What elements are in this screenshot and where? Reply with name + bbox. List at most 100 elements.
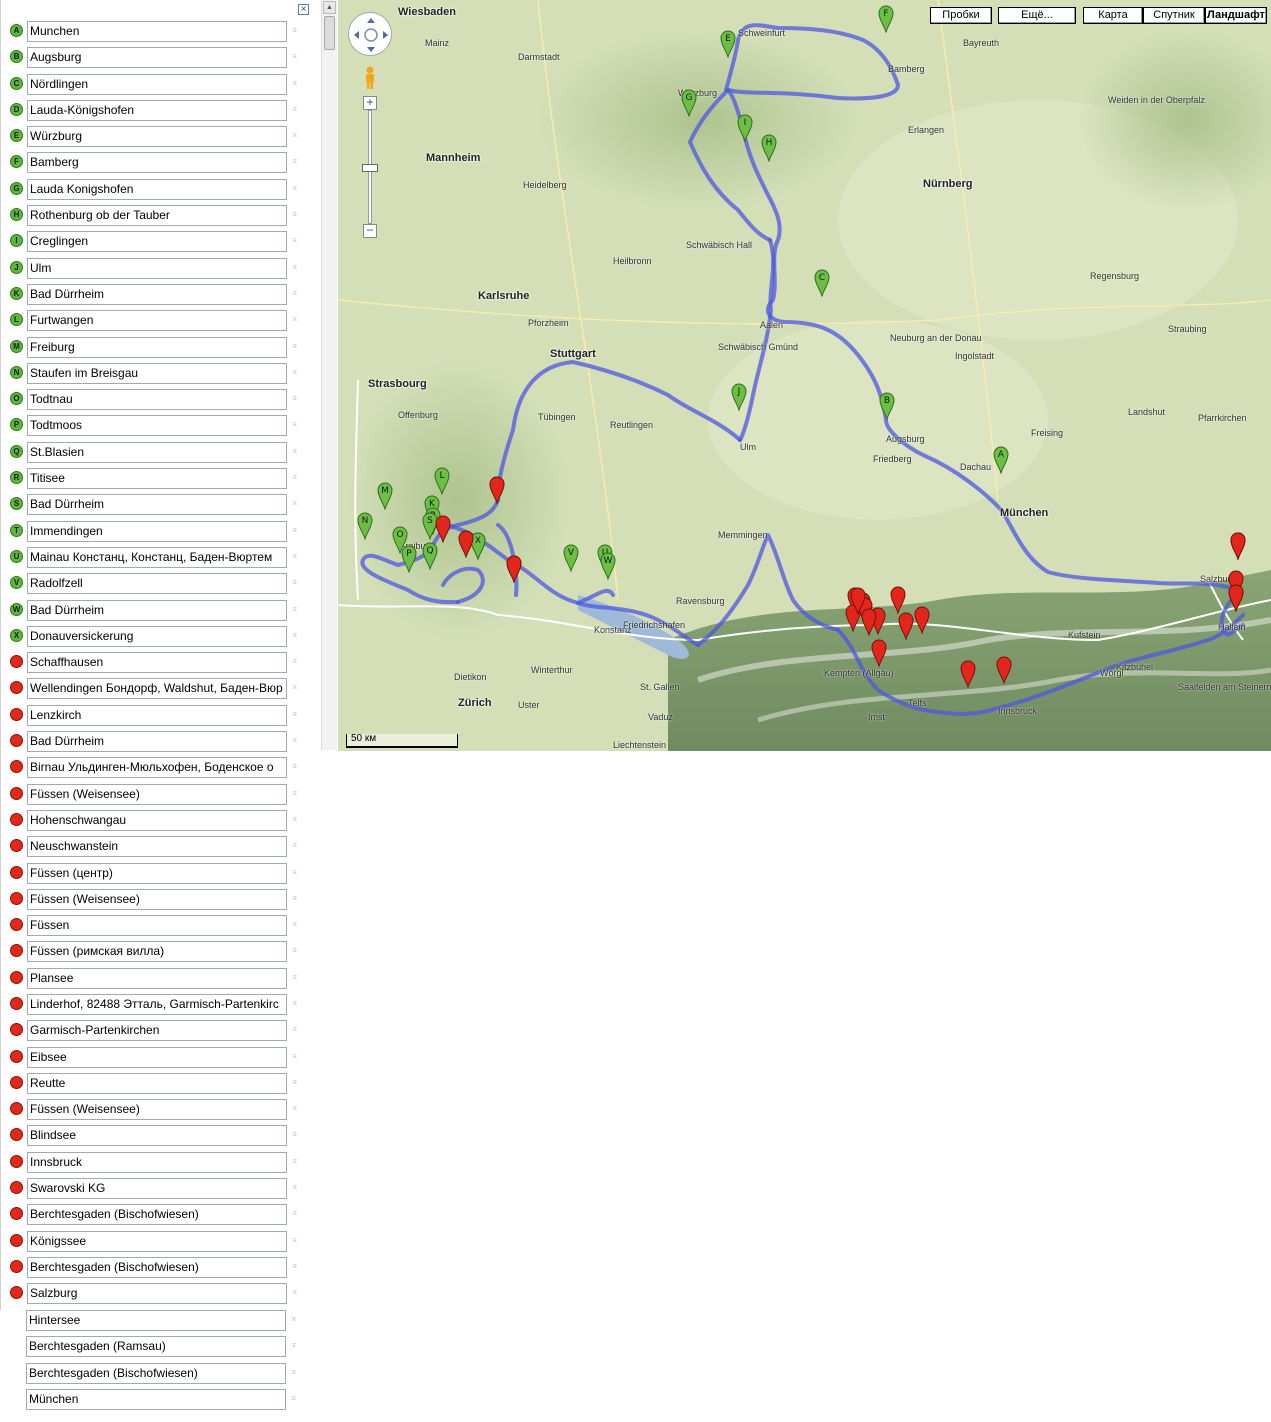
- waypoint-marker-icon[interactable]: [10, 970, 23, 984]
- waypoint-marker-icon[interactable]: [10, 1049, 23, 1063]
- panel-scrollbar[interactable]: ▲: [321, 0, 337, 750]
- waypoint-marker-icon[interactable]: [10, 1233, 23, 1247]
- route-marker-icon[interactable]: [890, 586, 906, 614]
- pin-icon[interactable]: ⌅: [291, 103, 300, 113]
- waypoint-input[interactable]: Füssen (римская вилла): [27, 941, 287, 963]
- waypoint-input[interactable]: Berchtesgaden (Bischofwiesen): [27, 1256, 287, 1278]
- scroll-up-arrow-icon[interactable]: ▲: [323, 1, 336, 14]
- route-marker-icon[interactable]: I: [737, 114, 753, 142]
- waypoint-marker-icon[interactable]: O: [10, 392, 23, 406]
- pin-icon[interactable]: ⌅: [291, 393, 300, 402]
- route-marker-icon[interactable]: N: [357, 512, 373, 540]
- waypoint-marker-icon[interactable]: L: [10, 313, 23, 327]
- waypoint-input[interactable]: Munchen: [27, 21, 287, 42]
- pin-icon[interactable]: ⌅: [291, 235, 300, 244]
- waypoint-marker-icon[interactable]: V: [10, 576, 23, 590]
- waypoint-input[interactable]: St.Blasien: [27, 441, 287, 463]
- waypoint-marker-icon[interactable]: [10, 734, 23, 748]
- route-marker-icon[interactable]: V: [563, 544, 579, 572]
- waypoint-marker-icon[interactable]: M: [10, 339, 23, 353]
- route-marker-icon[interactable]: [960, 660, 976, 688]
- waypoint-marker-icon[interactable]: [10, 1286, 23, 1300]
- pin-icon[interactable]: ⌅: [291, 1103, 300, 1112]
- waypoint-input[interactable]: Todtmoos: [27, 415, 287, 437]
- waypoint-input[interactable]: Bad Dürrheim: [27, 599, 287, 621]
- waypoint-marker-icon[interactable]: [10, 707, 23, 721]
- pin-icon[interactable]: ⌅: [291, 971, 300, 981]
- pin-icon[interactable]: ⌅: [291, 840, 300, 849]
- zoom-in-button[interactable]: +: [363, 96, 377, 110]
- waypoint-input[interactable]: Bad Dürrheim: [27, 283, 287, 305]
- waypoint-input[interactable]: Füssen (Weisensee): [27, 888, 287, 910]
- pin-icon[interactable]: ⌅: [291, 472, 300, 481]
- waypoint-marker-icon[interactable]: [10, 944, 23, 958]
- waypoint-input[interactable]: Berchtesgaden (Bischofwiesen): [27, 1204, 287, 1226]
- route-marker-icon[interactable]: P: [401, 545, 417, 573]
- waypoint-marker-icon[interactable]: T: [10, 523, 23, 537]
- pin-icon[interactable]: ⌅: [291, 1234, 300, 1244]
- waypoint-input[interactable]: Lenzkirch: [27, 704, 287, 726]
- pin-icon[interactable]: ⌅: [291, 498, 300, 507]
- waypoint-marker-icon[interactable]: [10, 996, 23, 1010]
- pin-icon[interactable]: ⌅: [291, 340, 300, 350]
- waypoint-input[interactable]: Füssen (центр): [27, 862, 287, 884]
- pin-icon[interactable]: ⌅: [291, 130, 300, 139]
- waypoint-marker-icon[interactable]: D: [10, 102, 23, 116]
- pin-icon[interactable]: ⌅: [291, 182, 300, 192]
- waypoint-marker-icon[interactable]: [10, 1181, 23, 1195]
- waypoint-marker-icon[interactable]: C: [10, 76, 23, 90]
- pin-icon[interactable]: ⌅: [291, 761, 300, 770]
- waypoint-input[interactable]: Eibsee: [27, 1046, 287, 1068]
- waypoint-input[interactable]: Lauda-Königshofen: [27, 99, 287, 121]
- pin-icon[interactable]: ⌅: [291, 287, 300, 297]
- waypoint-marker-icon[interactable]: [10, 865, 23, 879]
- waypoint-marker-icon[interactable]: [10, 1023, 23, 1037]
- waypoint-marker-icon[interactable]: [10, 760, 23, 774]
- satellite-button[interactable]: Спутник: [1143, 7, 1205, 24]
- route-marker-icon[interactable]: A: [993, 446, 1009, 474]
- pin-icon[interactable]: ⌅: [290, 1392, 299, 1402]
- pin-icon[interactable]: ⌅: [291, 77, 300, 87]
- waypoint-marker-icon[interactable]: [10, 1128, 23, 1142]
- pin-icon[interactable]: ⌅: [291, 708, 300, 718]
- route-marker-icon[interactable]: [1230, 532, 1246, 560]
- waypoint-input[interactable]: Wellendingen Бондорф, Waldshut, Баден-Вю…: [27, 678, 287, 700]
- route-marker-icon[interactable]: G: [681, 89, 697, 117]
- waypoint-marker-icon[interactable]: E: [10, 129, 23, 143]
- waypoint-input[interactable]: Füssen: [27, 915, 287, 937]
- waypoint-marker-icon[interactable]: G: [10, 181, 23, 195]
- waypoint-marker-icon[interactable]: J: [10, 260, 23, 274]
- waypoint-input[interactable]: Bad Dürrheim: [27, 494, 287, 516]
- close-panel-button[interactable]: ×: [298, 4, 309, 15]
- waypoint-input[interactable]: Hohenschwangau: [27, 809, 287, 831]
- route-marker-icon[interactable]: E: [720, 30, 736, 58]
- scroll-thumb[interactable]: [324, 16, 335, 50]
- route-marker-icon[interactable]: [871, 639, 887, 667]
- zoom-slider-thumb[interactable]: [362, 164, 378, 172]
- waypoint-marker-icon[interactable]: K: [10, 286, 23, 300]
- pin-icon[interactable]: ⌅: [291, 1024, 300, 1033]
- waypoint-input[interactable]: Salzburg: [27, 1283, 287, 1305]
- zoom-out-button[interactable]: −: [363, 224, 377, 238]
- pin-icon[interactable]: ⌅: [291, 366, 300, 376]
- pin-icon[interactable]: ⌅: [291, 419, 300, 428]
- waypoint-input[interactable]: Creglingen: [27, 231, 287, 253]
- waypoint-marker-icon[interactable]: H: [10, 208, 23, 222]
- pin-icon[interactable]: ⌅: [291, 1050, 300, 1060]
- waypoint-input[interactable]: Donauversickerung: [27, 625, 287, 647]
- pan-control[interactable]: [348, 12, 392, 56]
- pin-icon[interactable]: ⌅: [291, 445, 300, 455]
- waypoint-marker-icon[interactable]: [10, 1102, 23, 1116]
- pin-icon[interactable]: ⌅: [291, 1155, 300, 1165]
- route-marker-icon[interactable]: [898, 612, 914, 640]
- route-marker-icon[interactable]: B: [879, 392, 895, 420]
- pin-icon[interactable]: ⌅: [291, 629, 300, 639]
- waypoint-input[interactable]: Augsburg: [27, 47, 287, 69]
- waypoint-input[interactable]: Todtnau: [27, 389, 287, 411]
- waypoint-input[interactable]: Rothenburg ob der Tauber: [27, 205, 287, 227]
- pin-icon[interactable]: ⌅: [290, 1366, 299, 1376]
- pin-icon[interactable]: ⌅: [291, 787, 300, 797]
- pin-icon[interactable]: ⌅: [291, 156, 300, 165]
- more-button[interactable]: Ещё...: [998, 7, 1076, 24]
- route-map[interactable]: Wiesbaden Mainz Darmstadt Mannheim Heidelber…: [338, 0, 1271, 751]
